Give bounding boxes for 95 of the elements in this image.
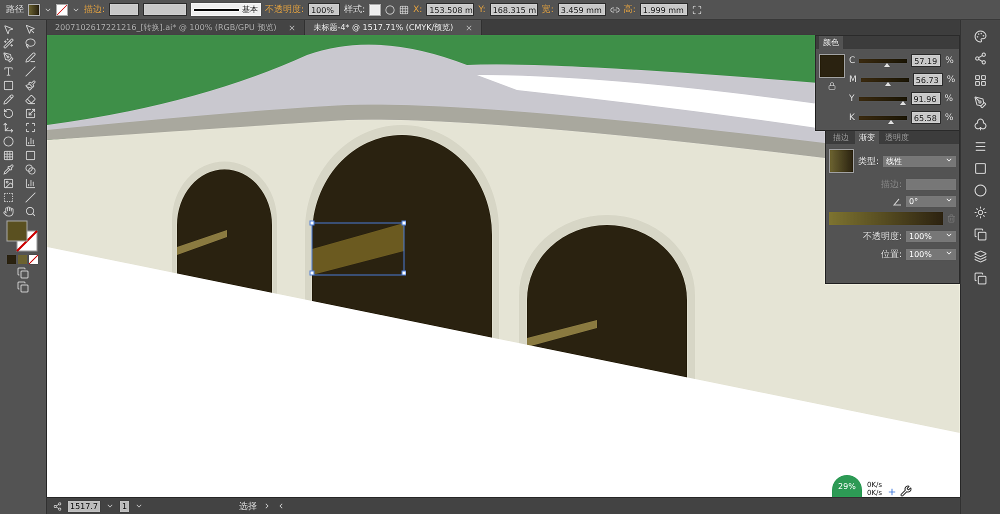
opacity-label: 不透明度: [862,230,902,243]
channel-label: K [849,112,855,122]
percent-label: % [944,112,954,122]
type-tool-icon[interactable] [3,66,14,77]
brush-icon[interactable] [974,96,987,109]
panel-tab[interactable]: 描边 [829,131,853,144]
document-tab[interactable]: 2007102617221216_[转换].ai* @ 100% (RGB/GPU 预览) [47,20,306,35]
channel-label: M [849,74,857,84]
sun-icon[interactable] [974,206,987,219]
eraser-tool-icon[interactable] [25,94,36,105]
zoom-icon[interactable] [25,206,36,217]
y-field[interactable]: 168.315 m [490,3,538,16]
percent-label: % [945,56,954,66]
eyedropper-icon[interactable] [3,164,14,175]
rectangle-tool-icon[interactable] [3,80,14,91]
opacity-label: 不透明度: [265,4,304,16]
slider-thumb[interactable] [884,62,890,66]
pen-tool-icon[interactable] [3,52,14,63]
type-label: 类型: [858,156,880,168]
dropdown-icon[interactable] [106,502,114,510]
graph-tool-icon[interactable] [25,136,36,147]
dropdown-icon[interactable] [945,249,953,257]
line-tool-icon[interactable] [25,66,36,77]
location-label: 位置: [880,248,902,261]
rotate-tool-icon[interactable] [3,108,14,119]
panel-tab[interactable]: 渐变 [855,131,879,144]
slider-thumb[interactable] [885,82,892,86]
slider-thumb[interactable] [888,120,894,124]
lock-icon[interactable] [828,82,836,90]
variable-width-field[interactable] [143,3,188,16]
x-label: X: [413,4,422,14]
artboard-field[interactable]: 1 [120,500,130,512]
width-field[interactable]: 3.459 mm [558,3,606,16]
selection-bounding-box[interactable] [308,219,406,277]
dropdown-icon[interactable] [135,502,144,510]
magic-wand-icon[interactable] [3,38,14,49]
color-swatch [819,54,845,78]
slider-thumb[interactable] [900,100,906,104]
link-icon[interactable] [610,4,620,14]
brush-tool-icon[interactable] [25,80,36,91]
color-mode-icon[interactable] [5,255,41,265]
channel-value-field[interactable]: 91.96 [910,92,940,105]
panel-tab[interactable]: 透明度 [881,131,913,144]
angle-icon [893,198,902,206]
close-icon[interactable] [288,24,296,32]
object-type-label: 路径 [6,4,24,16]
document-tab[interactable]: 未标题-4* @ 1517.71% (CMYK/预览) [305,20,482,35]
share-icon[interactable] [53,502,62,510]
panel-tab[interactable]: 颜色 [819,36,843,49]
stroke-options [906,179,956,190]
close-icon[interactable] [465,24,474,32]
stroke-swatch[interactable] [56,4,68,16]
club-icon[interactable] [974,118,987,131]
style-label: 样式: [344,4,366,16]
type-dropdown[interactable]: 线性 [883,156,956,166]
scale-tool-icon[interactable] [25,108,36,119]
layers-icon[interactable] [974,250,987,263]
dropdown-icon[interactable] [945,196,953,204]
palette-icon[interactable] [974,30,987,43]
direct-selection-tool-icon[interactable] [25,24,36,35]
lines-icon[interactable] [974,140,987,153]
current-tool-label: 选择 [239,500,258,512]
height-field[interactable]: 1.999 mm [640,3,688,16]
zoom-field[interactable]: 1517.7 [68,500,100,512]
stroke-profile-dropdown[interactable]: 基本 [191,3,262,16]
wrench-icon[interactable] [900,485,912,497]
height-label: 高: [624,4,636,16]
stroke-label: 描边: [84,4,106,16]
channel-value-field[interactable]: 65.58 [910,111,941,124]
x-field[interactable]: 153.508 m [426,3,474,16]
pencil-tool-icon[interactable] [3,94,14,105]
hand-tool-icon[interactable] [3,206,14,217]
percent-label: % [944,94,954,104]
opacity-dropdown[interactable]: 100% [906,231,956,242]
dropdown-icon[interactable] [945,231,953,239]
channel-value-field[interactable]: 57.19 [911,54,942,67]
opacity-field[interactable]: 100% [308,3,340,16]
gradient-swatch[interactable] [829,149,854,173]
stroke-weight-field[interactable] [109,3,140,16]
y-label: Y: [478,4,486,14]
lasso-icon[interactable] [25,38,36,49]
angle-dropdown[interactable]: 0° [906,196,956,207]
location-dropdown[interactable]: 100% [906,249,956,260]
style-swatch[interactable] [369,4,382,16]
channel-label: C [849,56,856,66]
width-label: 宽: [542,4,554,16]
selection-tool-icon[interactable] [3,24,14,35]
mesh-tool-icon[interactable] [3,150,14,161]
percent-label: % [946,74,956,84]
nodes-icon[interactable] [974,52,987,65]
channel-label: Y [849,94,854,104]
grid-icon[interactable] [974,74,987,87]
channel-value-field[interactable]: 56.73 [912,73,943,86]
plus-icon[interactable] [887,487,897,497]
fill-swatch[interactable] [28,4,40,16]
